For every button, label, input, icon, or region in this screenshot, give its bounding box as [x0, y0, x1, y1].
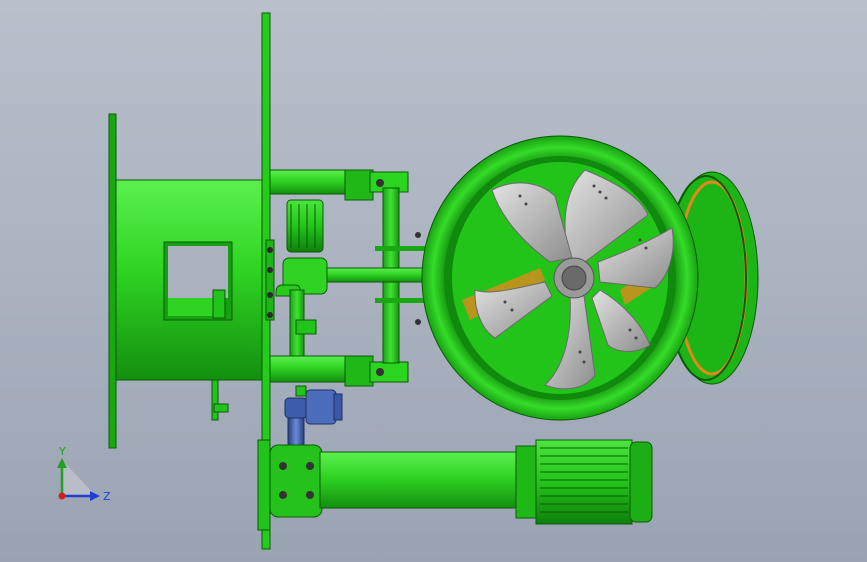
origin-point: [58, 492, 66, 500]
y-axis-label: Y: [58, 445, 66, 458]
coordinate-triad: Y Z: [57, 445, 111, 503]
lower-pump[interactable]: [257, 439, 653, 531]
drum-assembly[interactable]: [108, 113, 267, 449]
z-axis-label: Z: [103, 490, 111, 503]
cad-model-view[interactable]: Y Z: [0, 0, 867, 562]
small-motor[interactable]: [275, 199, 328, 357]
cad-viewport[interactable]: Y Z: [0, 0, 867, 562]
axial-fan[interactable]: [421, 135, 759, 421]
